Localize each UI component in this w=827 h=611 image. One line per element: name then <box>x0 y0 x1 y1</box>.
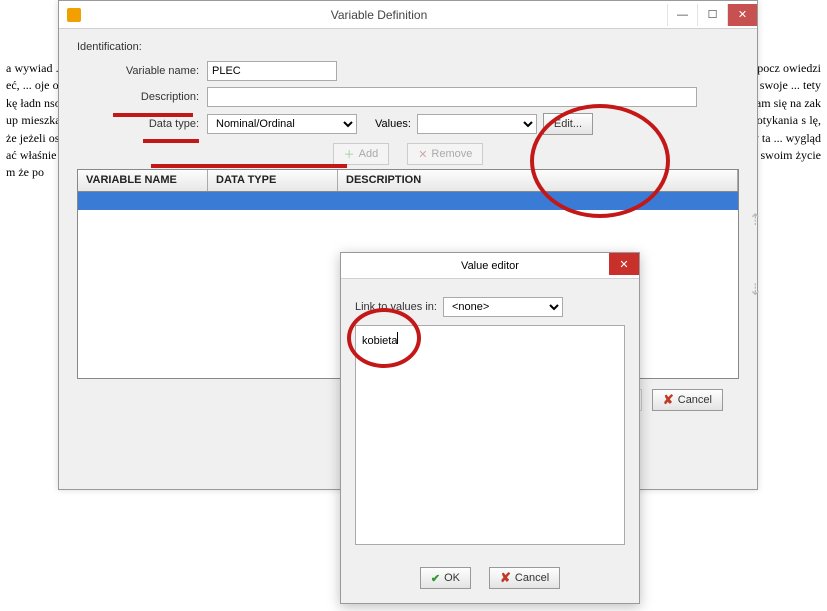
dialog-close-button[interactable]: ✕ <box>609 253 639 275</box>
table-row[interactable] <box>78 192 738 210</box>
scroll-up-icon[interactable]: ⇡ <box>749 210 762 230</box>
check-icon: ✔ <box>431 572 440 585</box>
cancel-button[interactable]: ✘ Cancel <box>652 389 723 411</box>
col-data-type: DATA TYPE <box>208 170 338 191</box>
ok-button[interactable]: ✔ OK <box>420 567 471 589</box>
window-title: Variable Definition <box>91 8 667 22</box>
data-type-label: Data type: <box>77 118 207 130</box>
dialog-titlebar: Value editor ✕ <box>341 253 639 279</box>
x-icon: ✘ <box>500 570 511 586</box>
variable-name-label: Variable name: <box>77 65 207 77</box>
maximize-button[interactable]: ☐ <box>697 4 727 26</box>
remove-button: ✕ Remove <box>407 143 483 165</box>
values-label: Values: <box>375 118 411 130</box>
titlebar: Variable Definition — ☐ ✕ <box>59 1 757 29</box>
close-button[interactable]: ✕ <box>727 4 757 26</box>
col-variable-name: VARIABLE NAME <box>78 170 208 191</box>
data-type-select[interactable]: Nominal/Ordinal <box>207 114 357 134</box>
x-icon: ✕ <box>418 148 427 161</box>
variable-name-input[interactable] <box>207 61 337 81</box>
edit-values-button[interactable]: Edit... <box>543 113 593 135</box>
link-values-label: Link to values in: <box>355 301 437 313</box>
description-input[interactable] <box>207 87 697 107</box>
scroll-down-icon[interactable]: ⇣ <box>749 280 762 300</box>
plus-icon: ＋ <box>344 146 355 162</box>
x-icon: ✘ <box>663 392 674 408</box>
value-entry[interactable]: kobieta <box>362 335 397 347</box>
link-values-select[interactable]: <none> <box>443 297 563 317</box>
table-header: VARIABLE NAME DATA TYPE DESCRIPTION <box>78 170 738 192</box>
identification-label: Identification: <box>77 41 739 53</box>
app-icon <box>67 8 81 22</box>
dialog-cancel-button[interactable]: ✘ Cancel <box>489 567 560 589</box>
description-label: Description: <box>77 91 207 103</box>
values-select[interactable] <box>417 114 537 134</box>
minimize-button[interactable]: — <box>667 4 697 26</box>
col-description: DESCRIPTION <box>338 170 738 191</box>
values-listbox[interactable]: kobieta <box>355 325 625 545</box>
dialog-title: Value editor <box>461 260 519 272</box>
add-button: ＋ Add <box>333 143 390 165</box>
value-editor-dialog: Value editor ✕ Link to values in: <none>… <box>340 252 640 604</box>
